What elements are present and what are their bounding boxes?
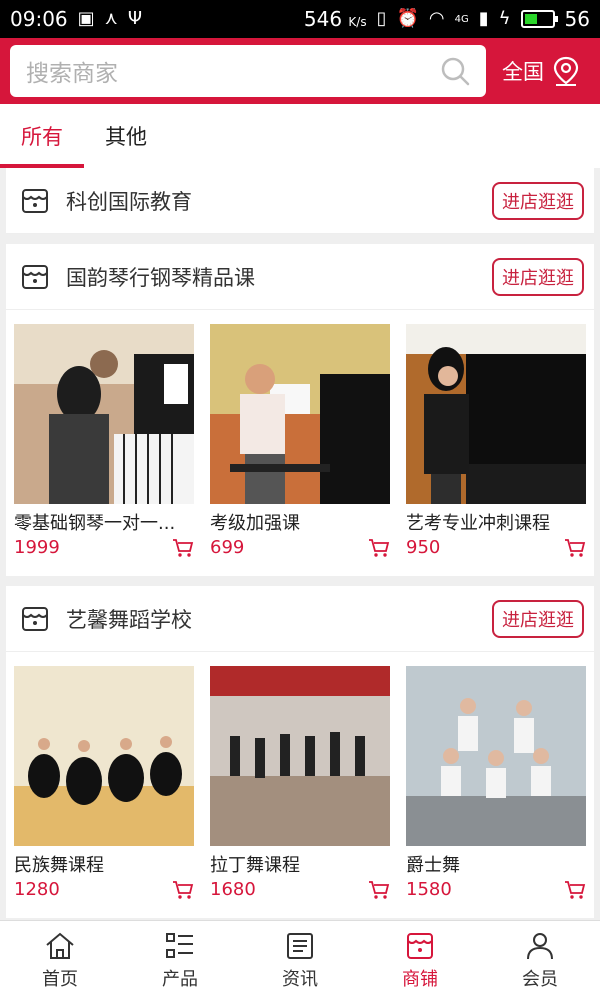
- shop-header[interactable]: 科创国际教育 进店逛逛: [6, 168, 594, 234]
- product-image-piano-lesson[interactable]: [14, 324, 194, 504]
- product-image-art-exam-course[interactable]: [406, 324, 586, 504]
- store-icon: [407, 932, 433, 959]
- product-name: 拉丁舞课程: [210, 855, 300, 876]
- search-box[interactable]: 搜索商家: [10, 45, 486, 97]
- shop-card: 国韵琴行钢琴精品课 进店逛逛 零基础钢琴一对一... 1999 考级加强课 69…: [6, 244, 594, 576]
- visit-shop-button[interactable]: 进店逛逛: [492, 599, 584, 638]
- shop-list[interactable]: 科创国际教育 进店逛逛 国韵琴行钢琴精品课 进店逛逛 零基础钢琴一对一... 1…: [0, 168, 600, 920]
- shop-header[interactable]: 国韵琴行钢琴精品课 进店逛逛: [6, 244, 594, 310]
- search-icon[interactable]: [440, 56, 470, 86]
- signal-icon: ▮: [478, 8, 489, 29]
- product-name: 艺考专业冲刺课程: [406, 513, 550, 534]
- status-bar: 09:06 ▣ ⋏ Ψ 546 K/s ▯ ⏰ ◠ 4G ▮ ϟ 56: [0, 0, 600, 38]
- product-card[interactable]: 民族舞课程 1280: [14, 666, 194, 900]
- network-speed: 546 K/s: [303, 7, 367, 31]
- cart-icon[interactable]: [564, 538, 586, 558]
- product-price: 699: [210, 537, 245, 558]
- battery-percent: 56: [564, 7, 590, 31]
- shop-header[interactable]: 艺馨舞蹈学校 进店逛逛: [6, 586, 594, 652]
- home-icon: [46, 932, 74, 959]
- nav-products[interactable]: 产品: [120, 921, 240, 1000]
- product-image-jazz-dance[interactable]: [406, 666, 586, 846]
- location-pin-icon: [553, 56, 579, 86]
- shop-name: 科创国际教育: [66, 189, 192, 214]
- product-image-folk-dance[interactable]: [14, 666, 194, 846]
- nav-shops[interactable]: 商铺: [360, 921, 480, 1000]
- shop-name: 国韵琴行钢琴精品课: [66, 265, 255, 290]
- nav-news[interactable]: 资讯: [240, 921, 360, 1000]
- news-icon: [287, 932, 313, 959]
- product-price: 950: [406, 537, 441, 558]
- cart-icon[interactable]: [564, 880, 586, 900]
- region-selector[interactable]: 全国: [502, 56, 580, 86]
- store-icon: [22, 188, 48, 213]
- store-icon: [22, 264, 48, 289]
- product-card[interactable]: 艺考专业冲刺课程 950: [406, 324, 586, 558]
- alarm-icon: ⏰: [396, 8, 419, 29]
- product-image-latin-dance[interactable]: [210, 666, 390, 846]
- shop-card: 艺馨舞蹈学校 进店逛逛 民族舞课程 1280 拉丁舞课程 1680 爵士舞 15…: [6, 586, 594, 918]
- nav-member[interactable]: 会员: [480, 921, 600, 1000]
- list-icon: [166, 932, 193, 958]
- cart-icon[interactable]: [368, 538, 390, 558]
- cart-icon[interactable]: [172, 880, 194, 900]
- vibrate-icon: ▯: [376, 8, 387, 29]
- tab-all[interactable]: 所有: [0, 104, 84, 168]
- product-card[interactable]: 零基础钢琴一对一... 1999: [14, 324, 194, 558]
- image-icon: ▣: [77, 8, 95, 29]
- product-name: 爵士舞: [406, 855, 460, 876]
- nav-products-label: 产品: [162, 968, 198, 990]
- product-card[interactable]: 考级加强课 699: [210, 324, 390, 558]
- cart-icon[interactable]: [368, 880, 390, 900]
- product-card[interactable]: 拉丁舞课程 1680: [210, 666, 390, 900]
- product-name: 考级加强课: [210, 513, 300, 534]
- visit-shop-button[interactable]: 进店逛逛: [492, 257, 584, 296]
- usb-icon: Ψ: [127, 8, 143, 29]
- network-type: 4G: [454, 13, 469, 25]
- search-input[interactable]: 搜索商家: [26, 54, 118, 88]
- product-price: 1999: [14, 537, 60, 558]
- product-price: 1280: [14, 879, 60, 900]
- bottom-navigation: 首页 产品 资讯 商铺 会员: [0, 920, 600, 1000]
- header: 搜索商家 全国: [0, 38, 600, 104]
- shop-name: 艺馨舞蹈学校: [66, 607, 192, 632]
- nav-home[interactable]: 首页: [0, 921, 120, 1000]
- product-row: 零基础钢琴一对一... 1999 考级加强课 699 艺考专业冲刺课程 950: [6, 310, 594, 576]
- wifi-icon: ◠: [428, 8, 445, 29]
- battery-icon: [520, 10, 558, 28]
- store-icon: [22, 606, 48, 631]
- region-label: 全国: [502, 60, 544, 84]
- visit-shop-button[interactable]: 进店逛逛: [492, 181, 584, 220]
- charging-icon: ϟ: [498, 8, 511, 29]
- product-card[interactable]: 爵士舞 1580: [406, 666, 586, 900]
- product-name: 民族舞课程: [14, 855, 104, 876]
- tab-other[interactable]: 其他: [84, 104, 168, 168]
- product-image-exam-course[interactable]: [210, 324, 390, 504]
- cart-icon[interactable]: [172, 538, 194, 558]
- nav-home-label: 首页: [42, 968, 78, 990]
- nav-member-label: 会员: [522, 968, 558, 990]
- product-row: 民族舞课程 1280 拉丁舞课程 1680 爵士舞 1580: [6, 652, 594, 918]
- user-icon: [527, 932, 553, 959]
- nav-shops-label: 商铺: [402, 968, 438, 990]
- shop-card: 科创国际教育 进店逛逛: [6, 168, 594, 234]
- nav-news-label: 资讯: [282, 968, 318, 990]
- product-price: 1580: [406, 879, 452, 900]
- share-icon: ⋏: [104, 8, 118, 29]
- status-time: 09:06: [10, 7, 68, 31]
- product-name: 零基础钢琴一对一...: [14, 513, 176, 534]
- product-price: 1680: [210, 879, 256, 900]
- category-tabs: 所有 其他: [0, 104, 600, 168]
